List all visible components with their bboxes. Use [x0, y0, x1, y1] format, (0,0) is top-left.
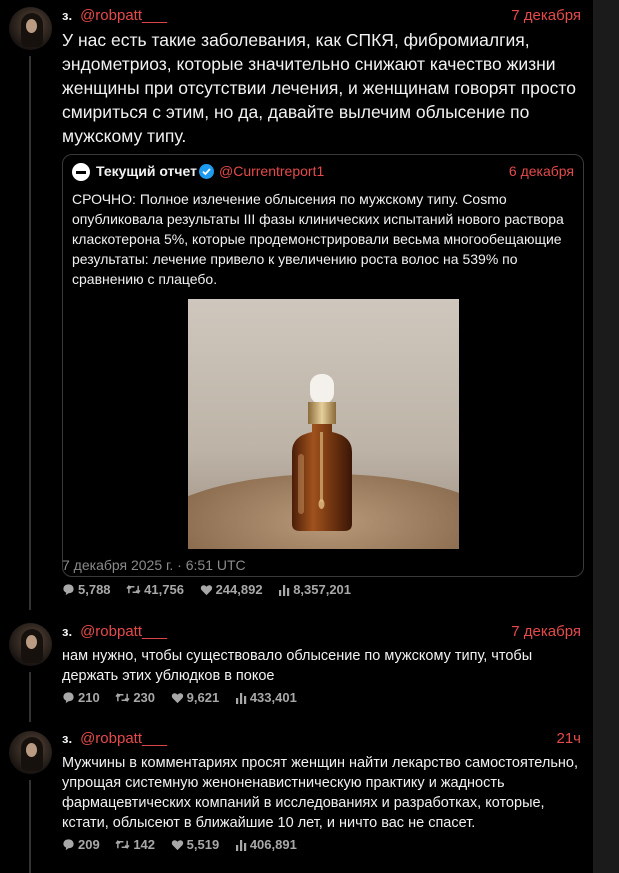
tweet-3[interactable]: з. @robpatt___ 21ч Мужчины в комментариях… — [0, 727, 593, 873]
avatar[interactable] — [9, 623, 52, 666]
heart-icon — [171, 693, 183, 704]
like-button[interactable]: 244,892 — [200, 582, 263, 597]
views-button[interactable]: 8,357,201 — [278, 582, 351, 597]
views-button[interactable]: 406,891 — [235, 837, 297, 852]
tweet-date[interactable]: 7 декабря — [511, 623, 581, 640]
reply-button[interactable]: 5,788 — [62, 582, 111, 597]
like-button[interactable]: 5,519 — [171, 837, 220, 852]
tweet-stats: 209 142 5,519 406,891 — [62, 837, 309, 852]
reply-count: 5,788 — [78, 582, 111, 597]
author-name[interactable]: з. — [62, 731, 72, 746]
avatar[interactable] — [9, 731, 52, 774]
reply-button[interactable]: 210 — [62, 690, 100, 705]
thread-feed: з. @robpatt___ 7 декабря У нас есть такие… — [0, 0, 593, 873]
reply-count: 209 — [78, 837, 100, 852]
like-count: 5,519 — [186, 837, 220, 852]
tweet-date[interactable]: 7 декабря — [511, 7, 581, 24]
quoted-text: СРОЧНО: Полное излечение облысения по му… — [72, 191, 564, 287]
heart-icon — [171, 840, 183, 851]
heart-icon — [200, 585, 212, 596]
tweet-1[interactable]: з. @robpatt___ 7 декабря У нас есть такие… — [0, 0, 593, 610]
views-icon — [235, 693, 247, 704]
thread-connector — [29, 780, 31, 873]
tweet-header: з. @robpatt___ — [62, 730, 167, 747]
author-name[interactable]: з. — [62, 8, 72, 23]
thread-connector — [29, 56, 31, 610]
reply-icon — [63, 692, 74, 704]
retweet-count: 142 — [133, 837, 156, 852]
retweet-button[interactable]: 230 — [115, 690, 155, 705]
tweet-text: Мужчины в комментариях просят женщин най… — [62, 755, 578, 831]
author-handle[interactable]: @robpatt___ — [80, 7, 167, 24]
tweet-date[interactable]: 21ч — [557, 730, 582, 747]
retweet-count: 230 — [133, 690, 156, 705]
tweet-timestamp[interactable]: 7 декабря 2025 г. · 6:51 UTC — [62, 557, 246, 573]
tweet-stats: 210 230 9,621 433,401 — [62, 690, 309, 705]
tweet-header: з. @robpatt___ — [62, 623, 167, 640]
author-handle[interactable]: @robpatt___ — [80, 623, 167, 640]
quoted-author-name[interactable]: Текущий отчет — [96, 163, 197, 179]
author-handle[interactable]: @robpatt___ — [80, 730, 167, 747]
views-count: 8,357,201 — [293, 582, 352, 597]
reply-count: 210 — [78, 690, 100, 705]
like-count: 244,892 — [215, 582, 263, 597]
retweet-button[interactable]: 142 — [115, 837, 155, 852]
reply-icon — [63, 839, 74, 851]
quoted-tweet[interactable]: Текущий отчет @Currentreport1 6 декабря … — [62, 154, 584, 577]
tweet-header: з. @robpatt___ — [62, 7, 167, 24]
tweet-text: нам нужно, чтобы существовало облысение … — [62, 648, 533, 684]
views-count: 406,891 — [249, 837, 297, 852]
views-button[interactable]: 433,401 — [235, 690, 297, 705]
quoted-date[interactable]: 6 декабря — [509, 163, 574, 179]
reply-button[interactable]: 209 — [62, 837, 100, 852]
quoted-author-handle[interactable]: @Currentreport1 — [219, 163, 324, 179]
retweet-count: 41,756 — [144, 582, 184, 597]
scrollbar-gutter[interactable] — [593, 0, 619, 873]
reply-icon — [63, 584, 74, 596]
views-icon — [279, 585, 290, 596]
avatar[interactable] — [9, 7, 52, 50]
thread-connector — [29, 672, 31, 722]
tweet-stats: 5,788 41,756 244,892 8,357,201 — [62, 582, 363, 597]
author-name[interactable]: з. — [62, 624, 72, 639]
tweet-2[interactable]: з. @robpatt___ 7 декабря нам нужно, чтобы… — [0, 620, 593, 722]
retweet-icon — [126, 585, 141, 594]
tweet-text: У нас есть такие заболевания, как СПКЯ, … — [62, 30, 576, 146]
current-report-logo-icon — [72, 163, 90, 181]
views-count: 433,401 — [249, 690, 297, 705]
retweet-icon — [115, 693, 130, 702]
dropper-bottle-photo[interactable] — [188, 299, 459, 549]
verified-badge-icon — [199, 164, 214, 179]
like-button[interactable]: 9,621 — [171, 690, 220, 705]
retweet-button[interactable]: 41,756 — [126, 582, 184, 597]
like-count: 9,621 — [186, 690, 220, 705]
views-icon — [235, 840, 247, 851]
retweet-icon — [115, 840, 130, 849]
